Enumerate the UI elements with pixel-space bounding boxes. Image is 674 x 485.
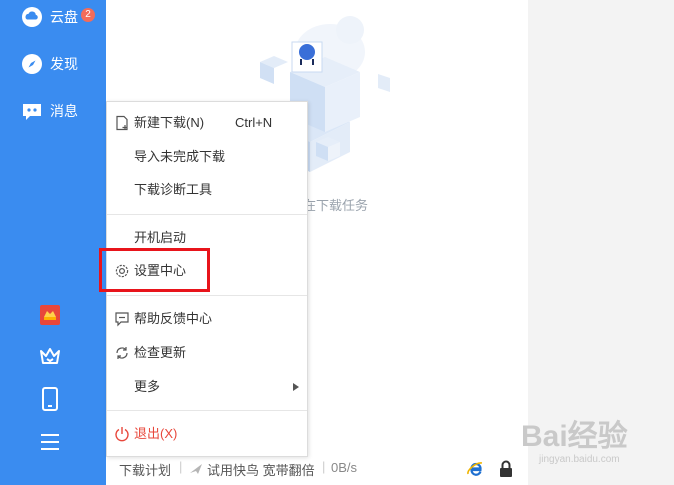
shortcut-label: Ctrl+N — [235, 115, 273, 130]
menu-label-more: 更多 — [134, 379, 161, 394]
new-file-icon — [116, 115, 128, 131]
menu-item-new-download[interactable]: 新建下载(N) Ctrl+N — [107, 109, 307, 137]
menu-item-more[interactable]: 更多 — [107, 373, 307, 401]
phone-icon[interactable] — [38, 387, 62, 411]
menu-label-help: 帮助反馈中心 — [134, 311, 213, 326]
empty-state-text: 在下载任务 — [303, 198, 369, 213]
menu-label-update: 检查更新 — [134, 345, 187, 360]
menu-icon[interactable] — [38, 430, 62, 454]
menu-item-help[interactable]: 帮助反馈中心 — [107, 305, 307, 333]
highlight-box — [99, 248, 210, 292]
sidebar: 云盘 2 发现 消息 — [0, 0, 106, 485]
download-plan-link[interactable]: 下载计划 — [119, 460, 171, 479]
menu-divider — [107, 295, 307, 296]
menu-divider — [107, 214, 307, 215]
menu-divider — [107, 410, 307, 411]
chat-icon — [23, 104, 41, 120]
status-divider: | — [179, 459, 183, 474]
nav-label-discover: 发现 — [50, 56, 78, 72]
menu-label-exit: 退出(X) — [134, 426, 178, 441]
nav-label-cloud: 云盘 — [50, 9, 78, 25]
baidu-jingyan-watermark: Bai经验 jingyan.baidu.com — [521, 419, 628, 465]
menu-item-diagnose[interactable]: 下载诊断工具 — [107, 176, 307, 204]
download-speed: 0B/s — [331, 460, 358, 475]
ie-browser-icon[interactable] — [466, 459, 486, 479]
watermark-text: Bai经验 — [521, 419, 628, 453]
submenu-arrow-icon — [293, 383, 299, 391]
nav-item-discover[interactable]: 发现 — [0, 44, 106, 84]
refresh-icon — [116, 347, 128, 359]
nav-label-messages: 消息 — [50, 103, 78, 119]
status-divider: | — [322, 459, 326, 474]
red-gift-icon[interactable] — [38, 303, 62, 327]
menu-item-import[interactable]: 导入未完成下载 — [107, 143, 307, 171]
compass-icon — [22, 54, 42, 74]
crown-icon[interactable] — [38, 344, 62, 368]
trial-accelerate-link[interactable]: 试用快鸟 宽带翻倍 — [207, 460, 315, 479]
menu-item-update[interactable]: 检查更新 — [107, 339, 307, 367]
menu-item-exit[interactable]: 退出(X) — [107, 420, 307, 448]
nav-item-cloud[interactable]: 云盘 2 — [0, 0, 106, 37]
cloud-icon — [22, 7, 42, 27]
menu-label-diagnose: 下载诊断工具 — [134, 182, 213, 197]
status-bar: 下载计划 | 试用快鸟 宽带翻倍 | 0B/s — [106, 455, 528, 485]
feedback-icon — [115, 312, 129, 327]
watermark-url: jingyan.baidu.com — [538, 454, 620, 465]
bird-icon — [190, 464, 202, 474]
lock-icon[interactable] — [498, 459, 514, 479]
menu-label-import: 导入未完成下载 — [134, 149, 226, 164]
menu-label-new-download: 新建下载(N) — [134, 115, 205, 130]
nav-item-messages[interactable]: 消息 — [0, 91, 106, 131]
power-icon — [115, 427, 129, 442]
notification-badge: 2 — [81, 8, 95, 22]
